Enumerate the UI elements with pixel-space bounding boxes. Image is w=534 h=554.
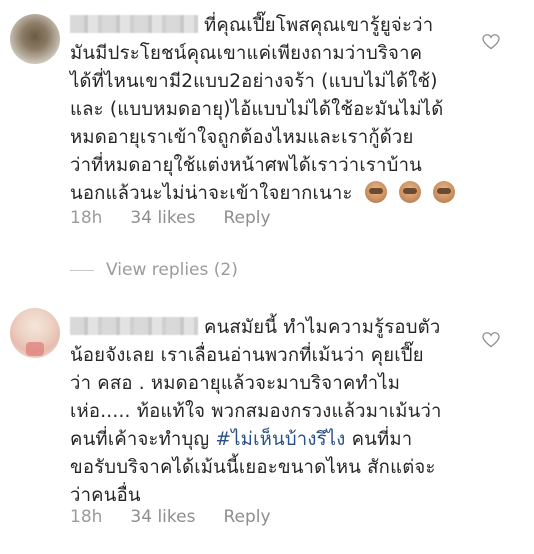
comment-meta: 18h 34 likes Reply: [70, 507, 271, 527]
comment-line: ว่าคนอื่น: [70, 485, 141, 506]
timestamp: 18h: [70, 208, 103, 228]
comment-line: ว่าที่หมดอายุใช้แต่งหน้าศพได้เราว่าเราบ้…: [70, 155, 423, 176]
comment-line: ขอรับบริจาคได้เม้นนี้เยอะขนาดไหน สักแต่จ…: [70, 457, 436, 478]
timestamp: 18h: [70, 507, 103, 527]
comment-line: ได้ที่ไหนเขามี2แบบ2อย่างจร้า (แบบไม่ได้ใ…: [70, 71, 438, 92]
comment-text: ที่คุณเปี๊ยโพสคุณเขารู้ยูจ่ะว่า มันมีประ…: [70, 12, 470, 208]
see-no-evil-monkey-icon: [432, 181, 455, 203]
view-replies-label: View replies (2): [106, 260, 238, 280]
divider-line: [70, 269, 94, 271]
likes-count[interactable]: 34 likes: [130, 208, 195, 228]
heart-outline-icon[interactable]: [482, 332, 500, 348]
hashtag-link[interactable]: #ไม่เห็นบ้างรึไง: [215, 429, 345, 450]
see-no-evil-monkey-icon: [364, 181, 387, 203]
comment-line: คนสมัยนี้ ทำไมความรู้รอบตัว: [70, 314, 470, 342]
heart-outline-icon[interactable]: [482, 34, 500, 50]
comment-meta: 18h 34 likes Reply: [70, 208, 271, 228]
comment-line: ที่คุณเปี๊ยโพสคุณเขารู้ยูจ่ะว่า: [70, 12, 470, 40]
comment-line: นอกแล้วนะไม่น่าจะเข้าใจยากเนาะ: [70, 180, 470, 208]
username-blurred[interactable]: [70, 15, 198, 33]
username-blurred[interactable]: [70, 317, 198, 335]
reply-button[interactable]: Reply: [223, 208, 270, 228]
see-no-evil-monkey-icon: [398, 181, 421, 203]
avatar[interactable]: [10, 308, 60, 358]
comment-line: คนที่เค้าจะทำบุญ #ไม่เห็นบ้างรึไง คนที่ม…: [70, 429, 413, 450]
comment-line: มันมีประโยชน์คุณเขาแค่เพียงถามว่าบริจาค: [70, 43, 423, 64]
comment-line: และ (แบบหมดอายุ)ไอ้แบบไม่ได้ใช้อะมันไม่ไ…: [70, 99, 444, 120]
comment-line: หมดอายุเราเข้าใจถูกต้องไหมและเรากู้ด้วย: [70, 127, 414, 148]
reply-button[interactable]: Reply: [223, 507, 270, 527]
avatar[interactable]: [10, 14, 60, 64]
comment-text: คนสมัยนี้ ทำไมความรู้รอบตัว น้อยจังเลย เ…: [70, 314, 470, 510]
likes-count[interactable]: 34 likes: [130, 507, 195, 527]
comment-line: ว่า คสอ . หมดอายุแล้วจะมาบริจาคทำไม: [70, 373, 401, 394]
view-replies-button[interactable]: View replies (2): [70, 260, 238, 280]
comment-line: น้อยจังเลย เราเลื่อนอ่านพวกที่เม้นว่า คุ…: [70, 345, 424, 366]
comment-line: เห่อ..... ท้อแท้ใจ พวกสมองกรวงแล้วมาเม้น…: [70, 401, 442, 422]
